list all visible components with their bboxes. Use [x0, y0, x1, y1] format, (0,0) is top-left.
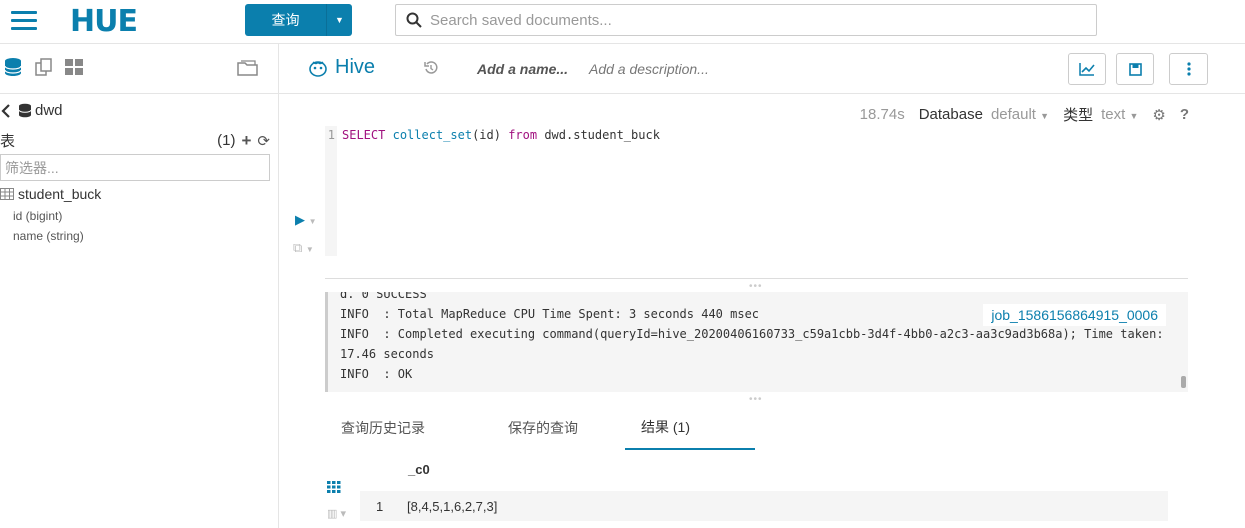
- search-box: [395, 4, 1097, 36]
- history-icon[interactable]: [424, 61, 438, 75]
- editor-main: Hive Add a name... Add a description... …: [279, 44, 1245, 528]
- log-line: INFO : Total MapReduce CPU Time Spent: 3…: [340, 307, 760, 321]
- row-value: [8,4,5,1,6,2,7,3]: [407, 498, 498, 514]
- database-breadcrumb[interactable]: dwd: [0, 102, 63, 119]
- database-label: Database: [918, 106, 983, 123]
- job-link[interactable]: job_1586156864915_0006: [983, 304, 1166, 326]
- hive-bee-icon: [309, 60, 327, 77]
- tables-count: (1): [217, 132, 236, 149]
- log-line: INFO : Completed executing command(query…: [340, 327, 1164, 341]
- row-number: 1: [376, 498, 384, 514]
- more-options-button[interactable]: [1169, 53, 1208, 85]
- chevron-left-icon[interactable]: [0, 103, 12, 118]
- top-navbar: HUE 查询 ▼: [0, 0, 1245, 44]
- chart-view-icon[interactable]: ▥ ▾: [327, 507, 346, 520]
- hue-logo[interactable]: HUE: [70, 4, 138, 39]
- save-icon: [1128, 62, 1142, 76]
- editor-type-title: Hive: [307, 56, 375, 79]
- run-query-button[interactable]: ▶ ▼: [295, 212, 317, 228]
- editor-title: Hive: [335, 56, 376, 78]
- line-chart-icon: [1079, 63, 1095, 76]
- database-icon[interactable]: [4, 57, 22, 77]
- log-line: 17.46 seconds: [340, 347, 434, 361]
- tab-saved-queries[interactable]: 保存的查询: [492, 406, 625, 450]
- line-numbers: 1: [325, 126, 337, 256]
- vertical-ellipsis-icon: [1186, 62, 1191, 76]
- help-icon[interactable]: ?: [1180, 106, 1189, 123]
- tab-results[interactable]: 结果 (1): [625, 406, 755, 450]
- search-icon: [406, 12, 422, 28]
- database-name: dwd: [35, 102, 63, 119]
- assist-panel-tabs: [0, 44, 278, 94]
- column-item[interactable]: id (bigint): [13, 209, 62, 223]
- grid-view-icon[interactable]: [327, 481, 341, 493]
- sql-code[interactable]: SELECT collect_set(id) from dwd.student_…: [342, 128, 660, 142]
- editor-meta-bar: 18.74s Database default ▼ 类型 text ▼ ⚙ ?: [860, 104, 1189, 125]
- log-line: d. 0 SUCCESS: [340, 292, 427, 301]
- resize-handle-icon[interactable]: •••: [749, 394, 763, 405]
- files-icon[interactable]: [34, 57, 54, 77]
- database-select[interactable]: default ▼: [991, 106, 1049, 123]
- result-column-header[interactable]: _c0: [408, 462, 430, 477]
- add-table-icon[interactable]: +: [241, 131, 251, 151]
- table-icon: [0, 188, 14, 200]
- query-description-field[interactable]: Add a description...: [589, 61, 709, 77]
- query-name-field[interactable]: Add a name...: [477, 61, 568, 77]
- save-button[interactable]: [1116, 53, 1154, 85]
- editor-header: Hive Add a name... Add a description...: [279, 44, 1245, 94]
- query-button[interactable]: 查询: [245, 4, 326, 36]
- result-tabs: 查询历史记录 保存的查询 结果 (1): [325, 406, 1188, 450]
- folder-open-icon[interactable]: [236, 57, 260, 77]
- hamburger-menu-icon[interactable]: [11, 11, 37, 31]
- map-icon[interactable]: ⧉ ▼: [293, 240, 314, 256]
- grid-apps-icon[interactable]: [64, 57, 84, 77]
- type-label: 类型: [1063, 107, 1094, 124]
- search-input[interactable]: [430, 11, 1030, 29]
- query-button-group: 查询 ▼: [245, 4, 352, 36]
- log-line: INFO : OK: [340, 367, 413, 381]
- execution-time: 18.74s: [859, 106, 905, 123]
- type-select[interactable]: text ▼: [1101, 106, 1138, 123]
- query-dropdown-caret-icon[interactable]: ▼: [326, 4, 352, 36]
- tables-header: 表 (1) + ⟳: [0, 130, 270, 151]
- sql-editor[interactable]: 1 SELECT collect_set(id) from dwd.studen…: [325, 126, 1188, 279]
- refresh-icon[interactable]: ⟳: [257, 132, 270, 150]
- column-item[interactable]: name (string): [13, 229, 84, 243]
- tab-query-history[interactable]: 查询历史记录: [325, 406, 492, 450]
- table-item[interactable]: student_buck: [0, 186, 101, 202]
- table-name: student_buck: [18, 186, 102, 202]
- query-log: d. 0 SUCCESS INFO : Total MapReduce CPU …: [325, 292, 1188, 392]
- left-assist-panel: dwd 表 (1) + ⟳ 筛选器... student_buck id (bi…: [0, 44, 279, 528]
- resize-handle-icon[interactable]: •••: [749, 281, 763, 292]
- table-filter-input[interactable]: 筛选器...: [0, 154, 270, 181]
- tables-label: 表: [0, 133, 16, 150]
- table-row[interactable]: 1 [8,4,5,1,6,2,7,3]: [360, 491, 1168, 521]
- settings-gear-icon[interactable]: ⚙: [1152, 106, 1165, 124]
- database-small-icon: [18, 103, 32, 118]
- chart-button[interactable]: [1068, 53, 1106, 85]
- log-scrollbar[interactable]: [1181, 376, 1186, 388]
